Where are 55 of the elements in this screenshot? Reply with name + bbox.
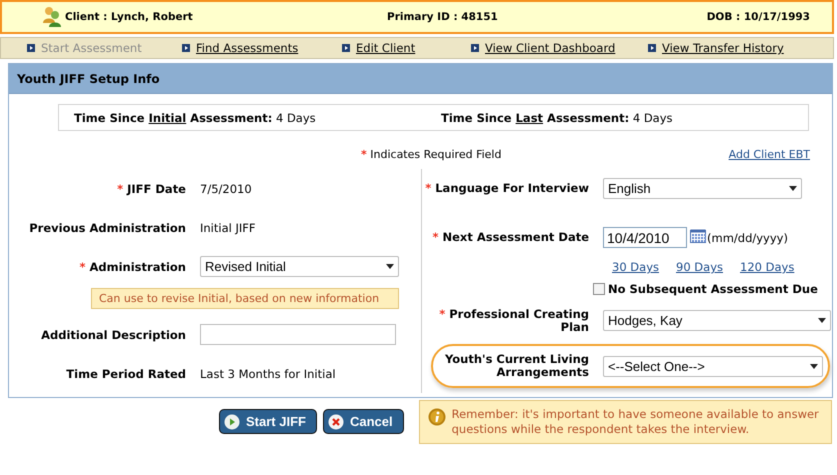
- time-since-text: Time Since Last Assessment: 4 Days: [440, 110, 674, 124]
- arrow-icon: [342, 44, 350, 52]
- field-value: Initial JIFF: [200, 220, 256, 234]
- field-label: * Next Assessment Date: [431, 231, 589, 244]
- checkbox[interactable]: [593, 283, 605, 295]
- arrow-icon: [471, 44, 479, 52]
- field-label: * Administration: [78, 260, 186, 274]
- caret-icon: [810, 364, 818, 368]
- info-icon: [428, 408, 446, 426]
- field-label: Additional Description: [40, 328, 186, 342]
- nav-link[interactable]: View Client Dashboard: [485, 41, 616, 55]
- caret-icon: [386, 264, 394, 269]
- people-icon: [42, 6, 62, 28]
- dropdown[interactable]: <--Select One-->: [603, 356, 823, 376]
- start-button[interactable]: Start JIFF: [219, 409, 317, 434]
- info-note: Can use to revise Initial, based on new information: [91, 288, 399, 309]
- cancel-button[interactable]: Cancel: [322, 409, 404, 434]
- days-link[interactable]: 90 Days: [676, 260, 723, 274]
- field-label: * Language For Interview: [424, 182, 589, 195]
- arrow-icon: [648, 44, 656, 52]
- dropdown[interactable]: Revised Initial: [200, 256, 399, 277]
- days-link[interactable]: 30 Days: [612, 260, 659, 274]
- field-label: Previous Administration: [28, 220, 186, 234]
- primary-id: Primary ID : 48151: [386, 11, 499, 23]
- caret-icon: [789, 186, 797, 191]
- time-since-text: Time Since Initial Assessment: 4 Days: [73, 110, 317, 124]
- field-label: * Professional Creating Plan: [438, 308, 589, 334]
- days-link[interactable]: 120 Days: [740, 260, 794, 274]
- dropdown[interactable]: English: [603, 178, 802, 199]
- nav-link[interactable]: Edit Client: [356, 41, 416, 55]
- add-client-ebt-link[interactable]: Add Client EBT: [728, 148, 810, 160]
- play-icon: [224, 414, 240, 430]
- nav-link: Start Assessment: [41, 41, 142, 55]
- input-field[interactable]: [200, 324, 396, 345]
- close-icon: [328, 414, 344, 430]
- client-name: Client : Lynch, Robert: [65, 11, 193, 23]
- dropdown[interactable]: Hodges, Kay: [603, 310, 831, 331]
- nav-link[interactable]: View Transfer History: [662, 41, 784, 55]
- checkbox-label: No Subsequent Assessment Due: [608, 282, 818, 296]
- calendar-icon: [690, 228, 706, 242]
- required-note: * Indicates Required Field: [361, 148, 502, 160]
- nav-link[interactable]: Find Assessments: [196, 41, 298, 55]
- arrow-icon: [182, 44, 190, 52]
- date-of-birth: DOB : 10/17/1993: [706, 11, 810, 23]
- field-label: Youth's Current Living Arrangements: [444, 353, 589, 379]
- field-label: Time Period Rated: [65, 366, 186, 380]
- panel-title: Youth JIFF Setup Info: [9, 64, 832, 94]
- caret-icon: [818, 318, 826, 323]
- arrow-icon: [27, 44, 35, 52]
- field-value: 7/5/2010: [200, 182, 252, 196]
- field-value: Last 3 Months for Initial: [200, 366, 336, 380]
- reminder-text: Remember: it's important to have someone available to answer questions while the respondent takes the interview.: [452, 407, 820, 437]
- date-field[interactable]: 10/4/2010: [603, 227, 687, 248]
- date-format-hint: (mm/dd/yyyy): [707, 230, 788, 244]
- field-label: * JIFF Date: [116, 182, 186, 196]
